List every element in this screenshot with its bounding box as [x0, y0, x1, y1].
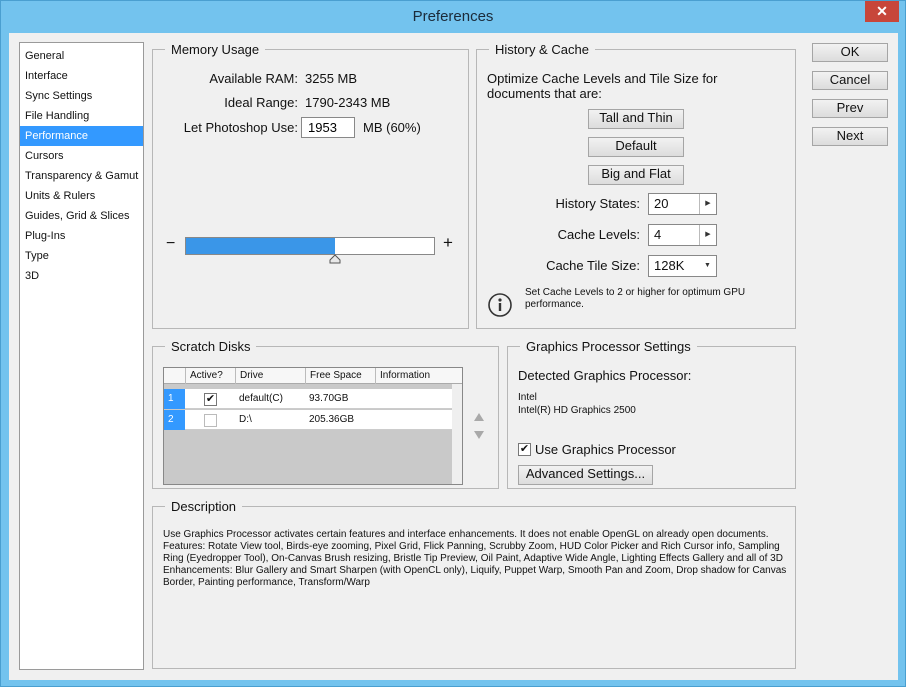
- checkmark-icon: ✔: [519, 443, 530, 455]
- cache-tile-size-label: Cache Tile Size:: [546, 258, 640, 273]
- next-button[interactable]: Next: [812, 127, 888, 146]
- cache-tile-size-select[interactable]: 128K ▼: [648, 255, 717, 277]
- category-item[interactable]: Type: [20, 246, 143, 266]
- category-item[interactable]: Cursors: [20, 146, 143, 166]
- category-item[interactable]: General: [20, 46, 143, 66]
- available-ram-value: 3255 MB: [305, 71, 358, 86]
- category-item[interactable]: Guides, Grid & Slices: [20, 206, 143, 226]
- category-item[interactable]: Sync Settings: [20, 86, 143, 106]
- advanced-settings-button[interactable]: Advanced Settings...: [518, 465, 653, 485]
- description-legend: Description: [171, 499, 237, 514]
- history-states-arrow-icon[interactable]: ▶: [699, 194, 716, 214]
- active-checkbox[interactable]: [204, 414, 217, 427]
- category-item[interactable]: File Handling: [20, 106, 143, 126]
- column-header-free-space[interactable]: Free Space: [306, 368, 376, 384]
- cache-levels-arrow-icon[interactable]: ▶: [699, 225, 716, 245]
- table-header: Active? Drive Free Space Information: [164, 368, 462, 384]
- ideal-range-value: 1790-2343 MB: [305, 95, 391, 110]
- cache-levels-stepper[interactable]: 4 ▶: [648, 224, 717, 246]
- big-and-flat-button[interactable]: Big and Flat: [588, 165, 684, 185]
- ideal-range-label: Ideal Range:: [224, 95, 298, 110]
- drive-cell: default(C): [239, 393, 283, 404]
- category-item[interactable]: Interface: [20, 66, 143, 86]
- use-gpu-label[interactable]: Use Graphics Processor: [535, 442, 676, 457]
- memory-amount-input[interactable]: [301, 117, 355, 138]
- row-number: 1: [164, 389, 185, 409]
- slider-plus-icon[interactable]: +: [443, 233, 453, 253]
- dialog-body: General Interface Sync Settings File Handli…: [9, 33, 898, 680]
- free-space-cell: 205.36GB: [309, 414, 355, 425]
- table-row[interactable]: 1 ✔ default(C) 93.70GB: [164, 389, 452, 409]
- graphics-processor-group: Graphics Processor Settings Detected Gra…: [507, 339, 796, 489]
- column-header-drive[interactable]: Drive: [236, 368, 306, 384]
- description-text: Use Graphics Processor activates certain…: [163, 529, 787, 588]
- scratch-disks-legend: Scratch Disks: [171, 339, 251, 354]
- category-item[interactable]: Units & Rulers: [20, 186, 143, 206]
- free-space-cell: 93.70GB: [309, 393, 349, 404]
- cache-levels-value: 4: [654, 227, 662, 242]
- checkmark-icon: ✔: [205, 393, 216, 405]
- window-title: Preferences: [412, 8, 494, 25]
- default-button[interactable]: Default: [588, 137, 684, 157]
- gpu-hint-text: Set Cache Levels to 2 or higher for opti…: [525, 287, 746, 310]
- move-up-arrow-icon[interactable]: [473, 412, 485, 422]
- graphics-processor-legend: Graphics Processor Settings: [526, 339, 691, 354]
- detected-gpu-label: Detected Graphics Processor:: [518, 368, 692, 383]
- table-header-corner: [164, 368, 186, 384]
- history-cache-group: History & Cache Optimize Cache Levels an…: [476, 42, 796, 329]
- column-header-information[interactable]: Information: [376, 368, 462, 384]
- let-photoshop-use-label: Let Photoshop Use:: [183, 120, 298, 135]
- category-item[interactable]: Transparency & Gamut: [20, 166, 143, 186]
- preferences-window: Preferences ✕ General Interface Sync Setti…: [0, 0, 906, 687]
- slider-minus-icon[interactable]: −: [166, 235, 175, 253]
- close-icon[interactable]: ✕: [865, 1, 899, 22]
- available-ram-label: Available RAM:: [209, 71, 298, 86]
- memory-slider[interactable]: [185, 237, 435, 255]
- info-icon: [488, 293, 512, 317]
- gpu-vendor: Intel: [518, 392, 537, 403]
- scratch-disks-table: Active? Drive Free Space Information 1 ✔…: [163, 367, 463, 485]
- column-header-active[interactable]: Active?: [186, 368, 236, 384]
- category-list: General Interface Sync Settings File Handli…: [19, 42, 144, 670]
- drive-cell: D:\: [239, 414, 252, 425]
- description-group: Description Use Graphics Processor activ…: [152, 499, 796, 669]
- move-down-arrow-icon[interactable]: [473, 430, 485, 440]
- memory-usage-group: Memory Usage Available RAM: 3255 MB Idea…: [152, 42, 469, 329]
- use-gpu-checkbox[interactable]: ✔: [518, 443, 531, 456]
- slider-thumb-icon[interactable]: [329, 254, 341, 264]
- cache-tile-size-value: 128K: [654, 258, 685, 273]
- ok-button[interactable]: OK: [812, 43, 888, 62]
- memory-slider-fill: [186, 238, 335, 254]
- history-states-stepper[interactable]: 20 ▶: [648, 193, 717, 215]
- history-states-value: 20: [654, 196, 669, 211]
- table-row[interactable]: 2 D:\ 205.36GB: [164, 410, 452, 430]
- chevron-down-icon[interactable]: ▼: [699, 256, 716, 276]
- history-intro-text: Optimize Cache Levels and Tile Size for …: [487, 71, 718, 101]
- gpu-model: Intel(R) HD Graphics 2500: [518, 405, 636, 416]
- memory-usage-legend: Memory Usage: [171, 42, 260, 57]
- title-bar[interactable]: Preferences ✕: [1, 1, 905, 33]
- row-number: 2: [164, 410, 185, 430]
- table-scrollbar[interactable]: [452, 384, 462, 484]
- cache-levels-label: Cache Levels:: [557, 227, 640, 242]
- history-cache-legend: History & Cache: [495, 42, 589, 57]
- cancel-button[interactable]: Cancel: [812, 71, 888, 90]
- memory-percent-label: MB (60%): [363, 120, 421, 135]
- tall-and-thin-button[interactable]: Tall and Thin: [588, 109, 684, 129]
- active-checkbox[interactable]: ✔: [204, 393, 217, 406]
- scratch-disks-group: Scratch Disks Active? Drive Free Space I…: [152, 339, 499, 489]
- prev-button[interactable]: Prev: [812, 99, 888, 118]
- category-item[interactable]: Performance: [20, 126, 143, 146]
- category-item[interactable]: 3D: [20, 266, 143, 286]
- history-states-label: History States:: [555, 196, 640, 211]
- category-item[interactable]: Plug-Ins: [20, 226, 143, 246]
